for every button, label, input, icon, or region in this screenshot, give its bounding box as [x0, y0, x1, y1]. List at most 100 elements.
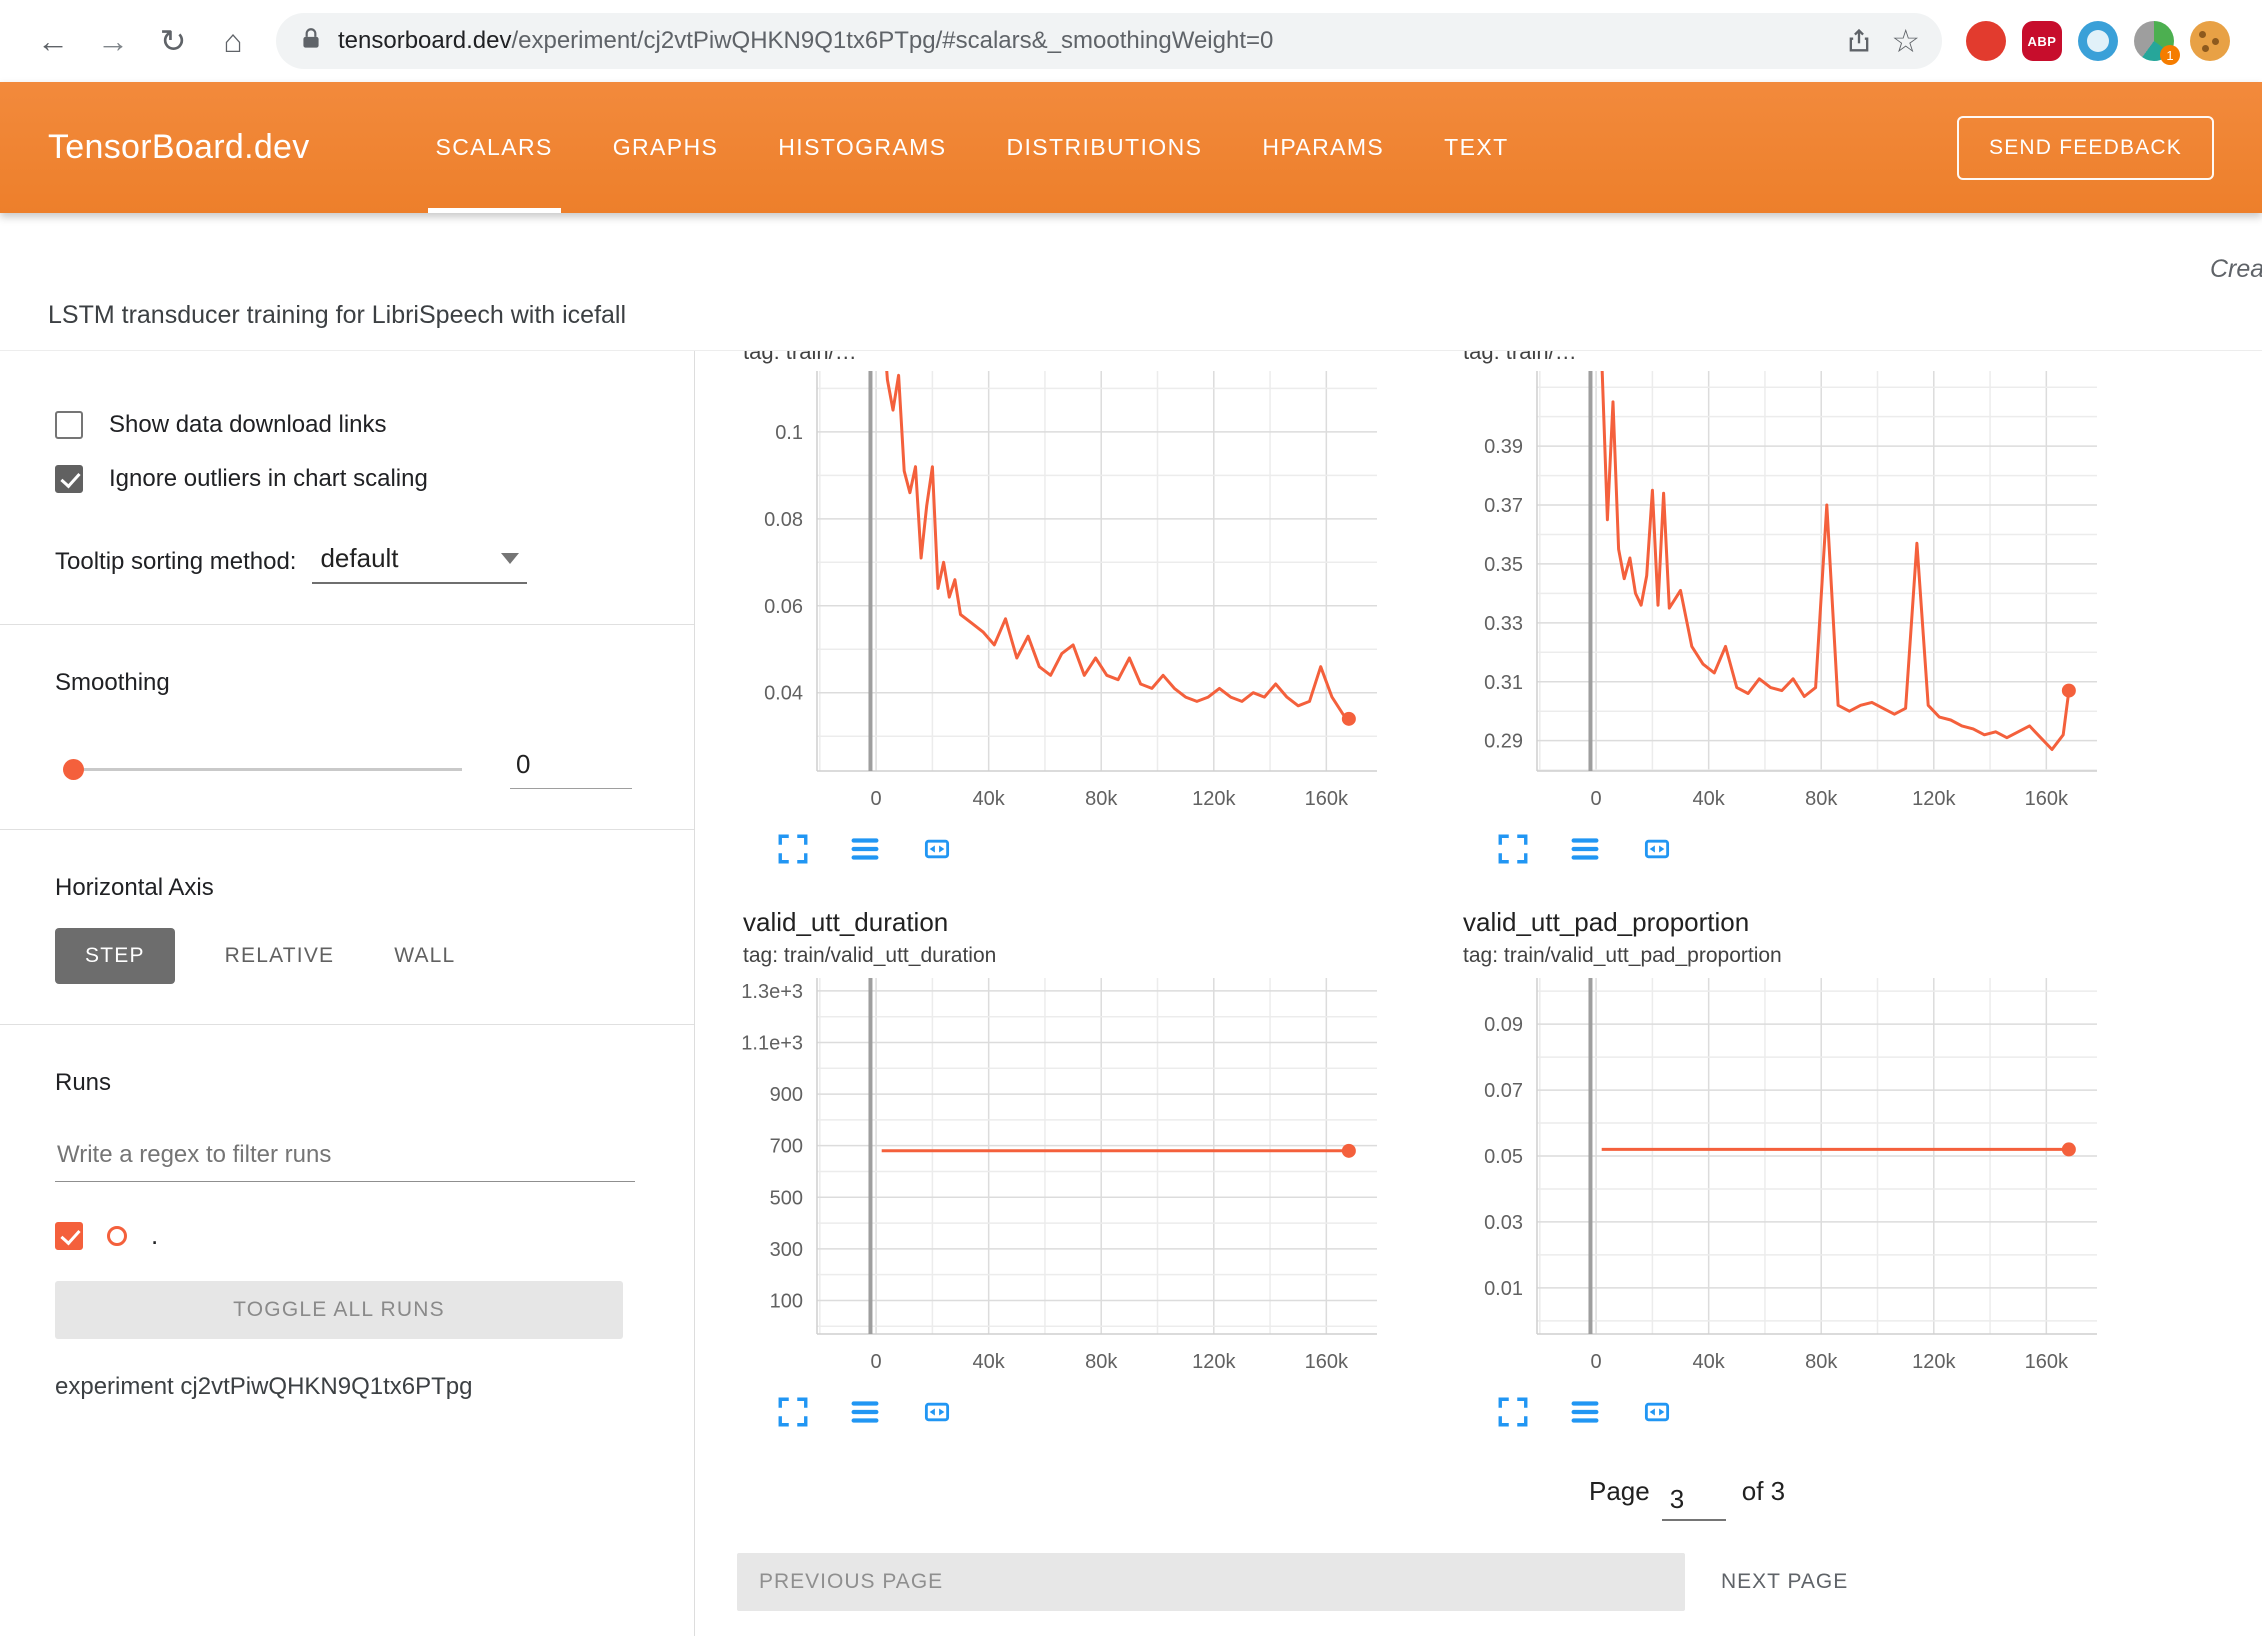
url-text: tensorboard.dev/experiment/cj2vtPiwQHKN9… [338, 27, 1827, 55]
show-download-links-checkbox[interactable] [55, 411, 83, 439]
tab-text[interactable]: TEXT [1414, 82, 1538, 213]
svg-text:0.31: 0.31 [1484, 672, 1523, 694]
address-bar[interactable]: tensorboard.dev/experiment/cj2vtPiwQHKN9… [276, 13, 1942, 69]
svg-text:0.03: 0.03 [1484, 1212, 1523, 1234]
experiment-id-label: experiment cj2vtPiwQHKN9Q1tx6PTpg [55, 1373, 694, 1401]
subheader: Crea LSTM transducer training for LibriS… [0, 213, 2262, 350]
charts-grid: tag: train/… 040k80k120k160k0.040.060.08… [699, 351, 2262, 1434]
chart-header-clipped: tag: train/… [1463, 351, 2139, 371]
svg-text:1.1e+3: 1.1e+3 [741, 1032, 803, 1054]
svg-text:0.1: 0.1 [775, 422, 803, 444]
extension-abp-icon[interactable]: ABP [2022, 21, 2062, 61]
chart-header-clipped: tag: train/… [743, 351, 1419, 371]
profile-avatar[interactable]: 1 [2134, 21, 2174, 61]
extension-red-icon[interactable] [1966, 21, 2006, 61]
scalar-chart[interactable]: 040k80k120k160k0.040.060.080.1 [727, 371, 1387, 819]
axis-wall-button[interactable]: WALL [384, 928, 465, 984]
chart-card-valid-utt-duration: valid_utt_duration tag: train/valid_utt_… [699, 907, 1419, 1434]
svg-text:0.29: 0.29 [1484, 731, 1523, 753]
chart-data-icon[interactable] [1563, 1390, 1607, 1434]
smoothing-value-input[interactable]: 0 [510, 749, 632, 789]
svg-text:0.35: 0.35 [1484, 554, 1523, 576]
expand-chart-icon[interactable] [771, 827, 815, 871]
chart-toolbar [771, 827, 1419, 871]
svg-text:0.04: 0.04 [764, 683, 803, 705]
chart-tag: tag: train/valid_utt_pad_proportion [1463, 944, 2139, 968]
share-icon[interactable] [1845, 27, 1873, 55]
divider [0, 829, 694, 830]
send-feedback-button[interactable]: SEND FEEDBACK [1957, 116, 2214, 180]
run-row: . [55, 1220, 694, 1251]
scalar-chart[interactable]: 040k80k120k160k1003005007009001.1e+31.3e… [727, 978, 1387, 1382]
svg-text:40k: 40k [973, 788, 1006, 810]
browser-toolbar: ← → ↻ ⌂ tensorboard.dev/experiment/cj2vt… [0, 0, 2262, 82]
forward-button[interactable]: → [86, 14, 140, 68]
tooltip-sorting-dropdown[interactable]: default [312, 543, 527, 584]
chart-data-icon[interactable] [843, 827, 887, 871]
toggle-all-runs-button[interactable]: TOGGLE ALL RUNS [55, 1281, 623, 1339]
expand-chart-icon[interactable] [771, 1390, 815, 1434]
axis-step-button[interactable]: STEP [55, 928, 175, 984]
svg-text:80k: 80k [1085, 788, 1118, 810]
divider [0, 1024, 694, 1025]
svg-text:80k: 80k [1805, 1351, 1838, 1373]
bookmark-star-icon[interactable]: ☆ [1891, 22, 1920, 60]
tab-distributions[interactable]: DISTRIBUTIONS [977, 82, 1233, 213]
expand-chart-icon[interactable] [1491, 1390, 1535, 1434]
svg-text:0.33: 0.33 [1484, 613, 1523, 635]
svg-text:0.06: 0.06 [764, 596, 803, 618]
ignore-outliers-checkbox[interactable] [55, 465, 83, 493]
fit-domain-icon[interactable] [1635, 827, 1679, 871]
chart-data-icon[interactable] [1563, 827, 1607, 871]
chart-title: valid_utt_pad_proportion [1463, 907, 2139, 938]
show-download-links-label: Show data download links [109, 411, 387, 439]
runs-filter-input[interactable] [55, 1137, 635, 1182]
svg-text:0: 0 [1591, 788, 1602, 810]
fit-domain-icon[interactable] [1635, 1390, 1679, 1434]
tooltip-sorting-row: Tooltip sorting method: default [55, 543, 694, 584]
axis-relative-button[interactable]: RELATIVE [215, 928, 345, 984]
tensorboard-logo[interactable]: TensorBoard.dev [48, 128, 310, 167]
home-button[interactable]: ⌂ [206, 14, 260, 68]
ignore-outliers-row: Ignore outliers in chart scaling [55, 465, 694, 493]
svg-text:700: 700 [770, 1136, 803, 1158]
nav-tabs: SCALARS GRAPHS HISTOGRAMS DISTRIBUTIONS … [406, 82, 1539, 213]
tooltip-sorting-value: default [320, 543, 398, 574]
tab-hparams[interactable]: HPARAMS [1232, 82, 1414, 213]
svg-text:0.05: 0.05 [1484, 1146, 1523, 1168]
run-checkbox[interactable] [55, 1222, 83, 1250]
scalar-chart[interactable]: 040k80k120k160k0.010.030.050.070.09 [1447, 978, 2107, 1382]
tab-scalars[interactable]: SCALARS [406, 82, 583, 213]
svg-text:40k: 40k [973, 1351, 1006, 1373]
reload-button[interactable]: ↻ [146, 14, 200, 68]
page-number-input[interactable]: 3 [1662, 1484, 1726, 1521]
chart-toolbar [1491, 1390, 2139, 1434]
tab-histograms[interactable]: HISTOGRAMS [748, 82, 976, 213]
app-header: TensorBoard.dev SCALARS GRAPHS HISTOGRAM… [0, 82, 2262, 213]
expand-chart-icon[interactable] [1491, 827, 1535, 871]
svg-text:120k: 120k [1192, 1351, 1236, 1373]
fit-domain-icon[interactable] [915, 827, 959, 871]
svg-text:0.08: 0.08 [764, 509, 803, 531]
tab-graphs[interactable]: GRAPHS [583, 82, 749, 213]
fit-domain-icon[interactable] [915, 1390, 959, 1434]
back-button[interactable]: ← [26, 14, 80, 68]
svg-text:40k: 40k [1693, 1351, 1726, 1373]
extension-badge: 1 [2160, 45, 2180, 65]
divider [0, 624, 694, 625]
extension-blue-icon[interactable] [2078, 21, 2118, 61]
horizontal-axis-buttons: STEP RELATIVE WALL [55, 928, 694, 984]
svg-text:0: 0 [871, 788, 882, 810]
svg-text:900: 900 [770, 1084, 803, 1106]
next-page-button[interactable]: NEXT PAGE [1721, 1570, 1848, 1594]
previous-page-button[interactable]: PREVIOUS PAGE [737, 1553, 1685, 1611]
smoothing-slider[interactable] [67, 768, 462, 771]
svg-text:40k: 40k [1693, 788, 1726, 810]
chart-data-icon[interactable] [843, 1390, 887, 1434]
scalar-chart[interactable]: 040k80k120k160k0.290.310.330.350.370.39 [1447, 371, 2107, 819]
page-navigation: PREVIOUS PAGE NEXT PAGE [737, 1553, 2262, 1611]
extension-cookie-icon[interactable] [2190, 21, 2230, 61]
smoothing-slider-thumb[interactable] [63, 759, 84, 780]
ignore-outliers-label: Ignore outliers in chart scaling [109, 465, 428, 493]
chart-card-top-left: tag: train/… 040k80k120k160k0.040.060.08… [699, 351, 1419, 871]
